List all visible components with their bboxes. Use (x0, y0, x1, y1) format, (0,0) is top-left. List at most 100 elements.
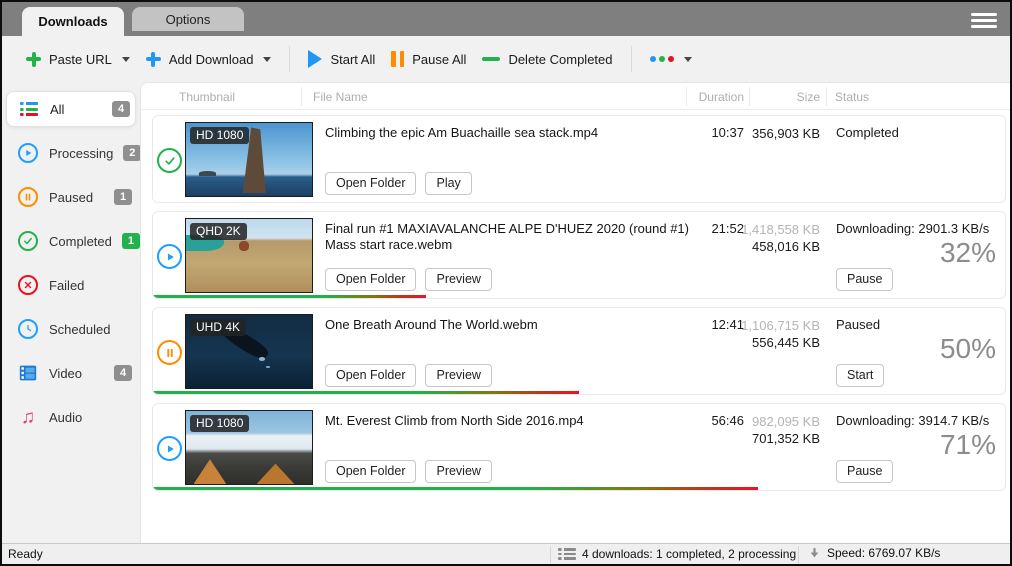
pause-all-button[interactable]: Pause All (383, 45, 474, 73)
downloads-summary: 4 downloads: 1 completed, 2 processing (558, 546, 796, 562)
add-download-label: Add Download (169, 52, 254, 67)
progress-percent: 50% (940, 333, 996, 365)
add-download-button[interactable]: Add Download (138, 46, 280, 73)
sidebar-item-video[interactable]: Video 4 (2, 351, 140, 395)
video-thumbnail[interactable]: HD 1080 (185, 122, 313, 197)
progress-bar (153, 391, 579, 394)
delete-completed-button[interactable]: Delete Completed (474, 46, 620, 73)
preview-button[interactable]: Preview (425, 268, 491, 291)
toolbar: Paste URL Add Download Start All Pause A… (2, 36, 1010, 82)
size-done: 556,445 KB (741, 334, 820, 351)
tab-options-label: Options (166, 12, 211, 27)
count-badge: 4 (112, 101, 130, 117)
tab-options[interactable]: Options (132, 7, 244, 31)
play-button[interactable]: Play (425, 172, 471, 195)
size-values: 982,095 KB 701,352 KB (752, 413, 820, 447)
video-thumbnail[interactable]: HD 1080 (185, 410, 313, 485)
size-done: 356,903 KB (752, 125, 820, 142)
sidebar-item-processing[interactable]: Processing 2 (2, 131, 140, 175)
statusbar-separator (550, 546, 551, 563)
play-circle-icon (157, 244, 182, 269)
count-badge: 1 (114, 189, 132, 205)
size-done: 701,352 KB (752, 430, 820, 447)
clock-icon (17, 318, 39, 340)
open-folder-button[interactable]: Open Folder (325, 460, 416, 483)
start-button[interactable]: Start (836, 364, 884, 387)
list-icon (558, 546, 576, 562)
video-thumbnail[interactable]: QHD 2K (185, 218, 313, 293)
status-text: Completed (836, 125, 899, 140)
chevron-down-icon[interactable] (684, 57, 692, 66)
row-buttons: Open Folder Play (325, 172, 472, 195)
preview-button[interactable]: Preview (425, 364, 491, 387)
header-separator (749, 87, 750, 106)
tab-downloads[interactable]: Downloads (22, 7, 124, 36)
quality-badge: HD 1080 (190, 127, 249, 144)
sidebar-item-scheduled[interactable]: Scheduled (2, 307, 140, 351)
speed-indicator: Speed: 6769.07 KB/s (808, 546, 940, 560)
speed-text: Speed: 6769.07 KB/s (827, 546, 940, 560)
header-thumbnail: Thumbnail (179, 90, 235, 104)
progress-percent: 71% (940, 429, 996, 461)
header-separator (826, 87, 827, 106)
sidebar-item-paused[interactable]: Paused 1 (2, 175, 140, 219)
download-list: HD 1080 Climbing the epic Am Buachaille … (141, 110, 1010, 491)
size-total: 1,418,558 KB (741, 221, 820, 238)
size-values: 1,418,558 KB 458,016 KB (741, 221, 820, 255)
status-ready-text: Ready (8, 547, 43, 561)
start-all-label: Start All (330, 52, 375, 67)
paste-url-button[interactable]: Paste URL (18, 46, 138, 73)
start-all-button[interactable]: Start All (300, 44, 383, 74)
size-values: 1,106,715 KB 556,445 KB (741, 317, 820, 351)
download-row[interactable]: UHD 4K One Breath Around The World.webm … (152, 307, 1006, 395)
statusbar: Ready 4 downloads: 1 completed, 2 proces… (2, 543, 1010, 564)
film-icon (17, 362, 39, 384)
count-badge: 4 (114, 365, 132, 381)
download-row[interactable]: HD 1080 Climbing the epic Am Buachaille … (152, 115, 1006, 203)
file-name: One Breath Around The World.webm (325, 317, 717, 333)
progress-bar (153, 295, 426, 298)
open-folder-button[interactable]: Open Folder (325, 364, 416, 387)
size-total: 1,106,715 KB (741, 317, 820, 334)
sidebar-item-label: Completed (49, 234, 112, 249)
duration-value: 12:41 (711, 317, 744, 332)
sidebar-item-failed[interactable]: Failed (2, 263, 140, 307)
downloads-summary-text: 4 downloads: 1 completed, 2 processing (582, 547, 796, 561)
pause-button[interactable]: Pause (836, 268, 893, 291)
check-circle-icon (17, 230, 39, 252)
status-text: Downloading: 2901.3 KB/s (836, 221, 989, 236)
sidebar-item-all[interactable]: All 4 (6, 91, 136, 127)
app-window: Downloads Options Paste URL Add Download… (0, 0, 1012, 566)
row-buttons: Open Folder Preview (325, 268, 492, 291)
download-row[interactable]: HD 1080 Mt. Everest Climb from North Sid… (152, 403, 1006, 491)
open-folder-button[interactable]: Open Folder (325, 172, 416, 195)
hamburger-menu-icon[interactable] (970, 9, 998, 32)
sidebar-item-label: All (50, 102, 64, 117)
chevron-down-icon[interactable] (122, 57, 130, 66)
pause-all-label: Pause All (412, 52, 466, 67)
sidebar-item-completed[interactable]: Completed 1 (2, 219, 140, 263)
header-size: Size (797, 90, 820, 104)
preview-button[interactable]: Preview (425, 460, 491, 483)
count-badge: 1 (122, 233, 140, 249)
play-circle-icon (157, 436, 182, 461)
more-actions-button[interactable] (642, 46, 700, 72)
header-status: Status (835, 90, 869, 104)
count-badge: 2 (123, 145, 141, 161)
sidebar: All 4 Processing 2 Paused 1 Completed 1 … (2, 82, 140, 543)
download-row[interactable]: QHD 2K Final run #1 MAXIAVALANCHE ALPE D… (152, 211, 1006, 299)
video-thumbnail[interactable]: UHD 4K (185, 314, 313, 389)
sidebar-item-audio[interactable]: ♫ Audio (2, 395, 140, 439)
sidebar-item-label: Failed (49, 278, 84, 293)
music-note-icon: ♫ (17, 406, 39, 428)
header-duration: Duration (699, 90, 744, 104)
header-separator (301, 87, 302, 106)
pause-button[interactable]: Pause (836, 460, 893, 483)
play-circle-icon (17, 142, 39, 164)
open-folder-button[interactable]: Open Folder (325, 268, 416, 291)
toolbar-separator (289, 46, 290, 72)
titlebar: Downloads Options (2, 2, 1010, 36)
download-arrow-icon (808, 546, 821, 560)
chevron-down-icon[interactable] (263, 57, 271, 66)
downloads-panel: Thumbnail File Name Duration Size Status… (140, 82, 1010, 543)
